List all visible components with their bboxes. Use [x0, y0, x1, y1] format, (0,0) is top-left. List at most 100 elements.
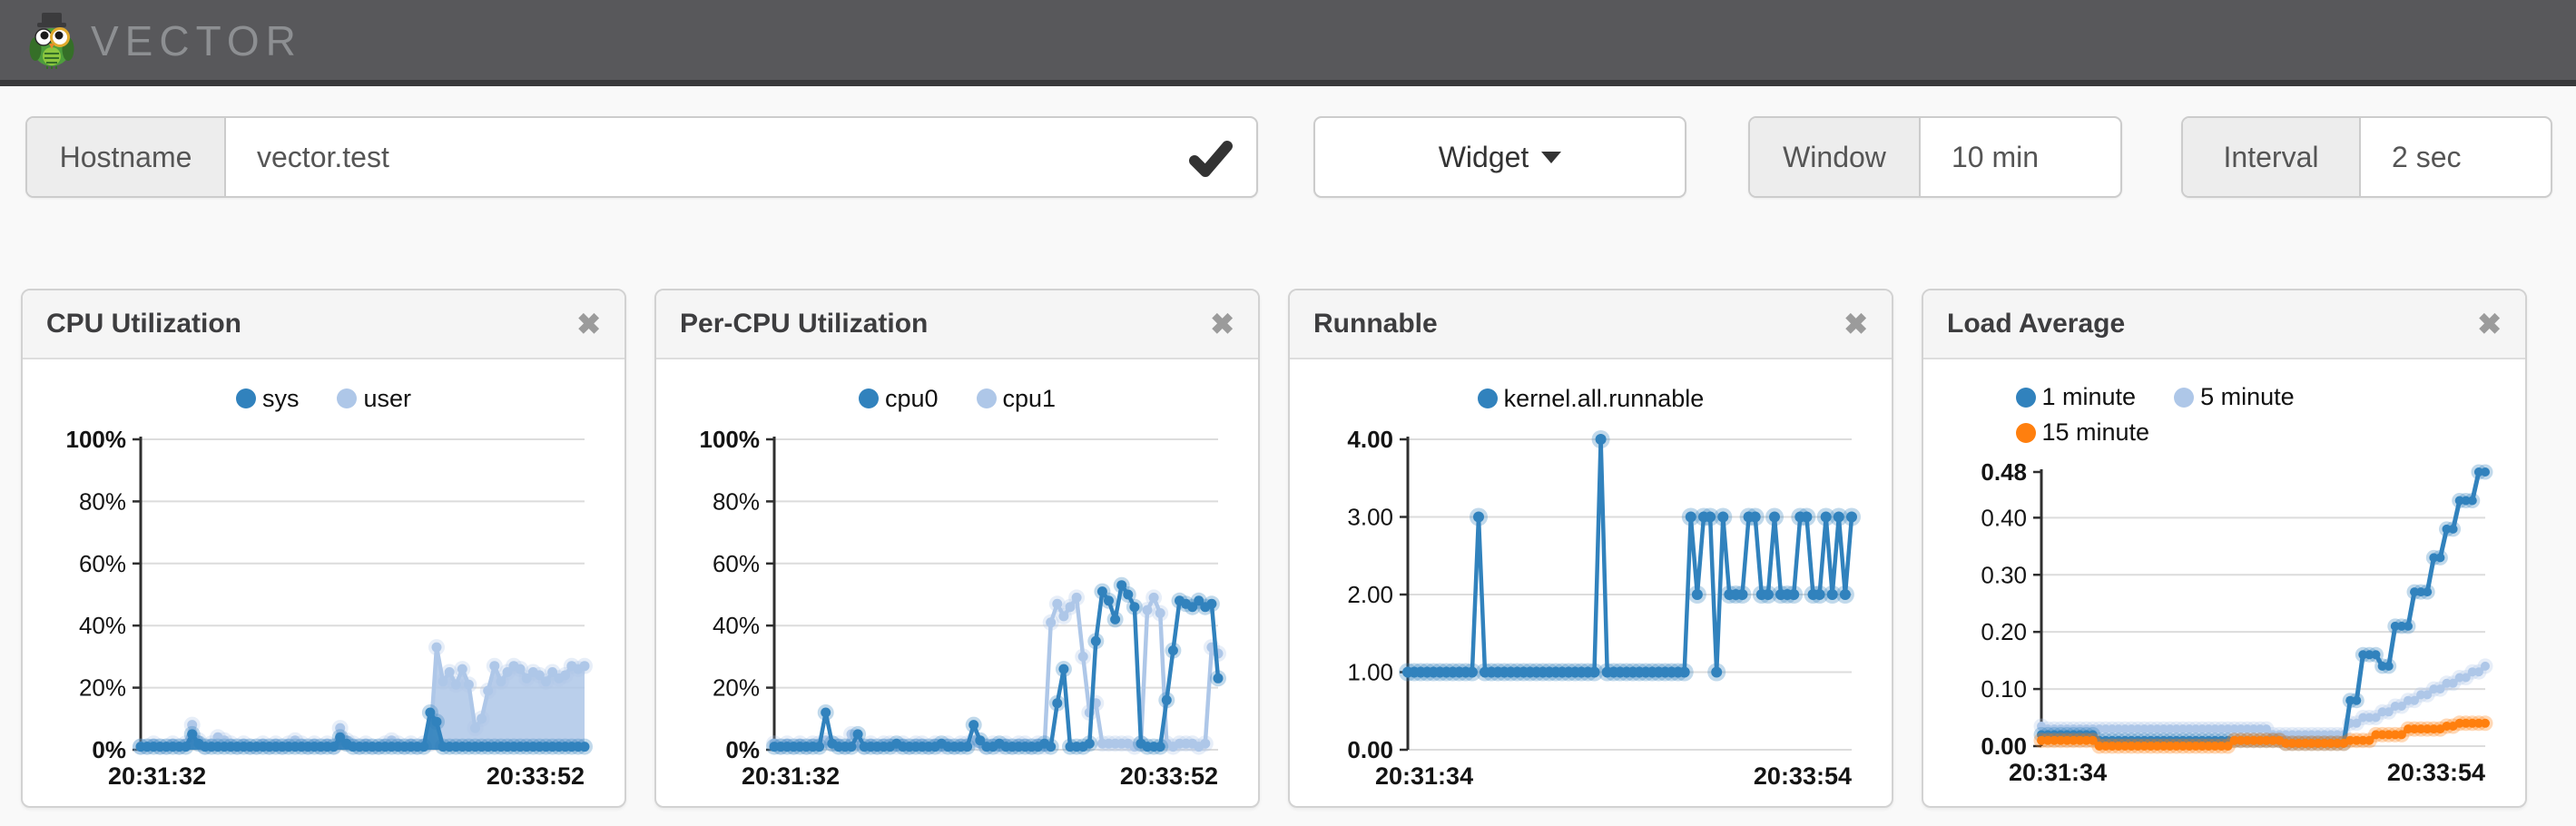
- load-average-chart: 0.00 0.10 0.20 0.30 0.40 0.48 20:31:34 20:33:54: [1923, 454, 2525, 802]
- legend-dot-icon: [859, 388, 879, 408]
- legend-dot-icon: [236, 388, 256, 408]
- widget-panels-row: CPU Utilization ✖ sys user 0% 20% 40% 60% 80%…: [21, 289, 2527, 808]
- svg-text:4.00: 4.00: [1347, 426, 1393, 453]
- panel-header: Load Average ✖: [1923, 290, 2525, 359]
- svg-text:20:33:54: 20:33:54: [2387, 759, 2485, 786]
- panel-body: kernel.all.runnable 0.00 1.00 2.00 3.00 4.00…: [1290, 359, 1892, 806]
- panel-title: CPU Utilization: [46, 309, 576, 339]
- svg-text:80%: 80%: [79, 487, 126, 515]
- legend-label: 5 minute: [2200, 383, 2295, 411]
- svg-text:1.00: 1.00: [1347, 659, 1393, 686]
- svg-text:0.30: 0.30: [1981, 561, 2027, 588]
- svg-text:0.20: 0.20: [1981, 618, 2027, 645]
- check-icon[interactable]: [1189, 138, 1233, 178]
- window-input[interactable]: 10 min: [1921, 118, 2120, 196]
- legend-item-sys[interactable]: sys: [236, 385, 300, 413]
- panel-header: Runnable ✖: [1290, 290, 1892, 359]
- svg-text:0.00: 0.00: [1981, 733, 2027, 760]
- panel-title: Load Average: [1947, 309, 2477, 339]
- panel-title: Runnable: [1313, 309, 1844, 339]
- svg-text:2.00: 2.00: [1347, 581, 1393, 608]
- interval-input-group: Interval 2 sec: [2181, 116, 2552, 198]
- svg-text:40%: 40%: [713, 612, 760, 639]
- svg-text:20:33:54: 20:33:54: [1754, 762, 1852, 790]
- panel-header: Per-CPU Utilization ✖: [656, 290, 1258, 359]
- interval-label: Interval: [2183, 118, 2361, 196]
- svg-text:20:31:32: 20:31:32: [742, 762, 840, 790]
- svg-text:60%: 60%: [79, 550, 126, 577]
- panel-runnable: Runnable ✖ kernel.all.runnable 0.00 1.00 2…: [1288, 289, 1893, 808]
- legend-item-15-minute[interactable]: 15 minute: [2016, 418, 2150, 447]
- chart-legend: kernel.all.runnable: [1478, 383, 1705, 414]
- cpu-utilization-chart: 0% 20% 40% 60% 80% 100% 20:31:32 20:33:52: [23, 421, 624, 806]
- close-icon[interactable]: ✖: [2477, 310, 2502, 339]
- panel-header: CPU Utilization ✖: [23, 290, 624, 359]
- legend-label: cpu0: [885, 385, 939, 413]
- svg-text:3.00: 3.00: [1347, 504, 1393, 531]
- legend-dot-icon: [337, 388, 357, 408]
- legend-label: kernel.all.runnable: [1504, 385, 1705, 413]
- hostname-input-group: Hostname vector.test: [25, 116, 1258, 198]
- svg-text:0%: 0%: [725, 736, 760, 763]
- svg-text:0.48: 0.48: [1981, 458, 2027, 486]
- legend-label: sys: [262, 385, 300, 413]
- panel-per-cpu-utilization: Per-CPU Utilization ✖ cpu0 cpu1 0% 20% 40% 6…: [654, 289, 1260, 808]
- legend-dot-icon: [977, 388, 997, 408]
- legend-label: cpu1: [1003, 385, 1057, 413]
- legend-item-cpu0[interactable]: cpu0: [859, 385, 939, 413]
- svg-text:0.40: 0.40: [1981, 504, 2027, 531]
- legend-dot-icon: [2016, 423, 2036, 443]
- svg-text:20:33:52: 20:33:52: [1120, 762, 1218, 790]
- top-navbar: VECTOR: [0, 0, 2576, 80]
- svg-text:20:31:34: 20:31:34: [1375, 762, 1473, 790]
- legend-label: 1 minute: [2042, 383, 2137, 411]
- panel-load-average: Load Average ✖ 1 minute 5 minute 15 minute…: [1922, 289, 2527, 808]
- window-input-group: Window 10 min: [1748, 116, 2122, 198]
- svg-text:0.00: 0.00: [1347, 736, 1393, 763]
- legend-label: user: [363, 385, 411, 413]
- toolbar: Hostname vector.test Widget Window 10 mi…: [0, 116, 2576, 198]
- legend-item-cpu1[interactable]: cpu1: [977, 385, 1057, 413]
- legend-dot-icon: [1478, 388, 1498, 408]
- navbar-underline: [0, 80, 2576, 86]
- hostname-label: Hostname: [27, 118, 226, 196]
- per-cpu-utilization-chart: 0%20%40%60%80%100%20:31:3220:33:52: [656, 421, 1258, 806]
- close-icon[interactable]: ✖: [1210, 310, 1234, 339]
- close-icon[interactable]: ✖: [576, 310, 601, 339]
- svg-text:0.10: 0.10: [1981, 675, 2027, 703]
- legend-dot-icon: [2174, 388, 2194, 408]
- panel-cpu-utilization: CPU Utilization ✖ sys user 0% 20% 40% 60% 80%…: [21, 289, 626, 808]
- svg-text:20%: 20%: [713, 674, 760, 702]
- runnable-chart: 0.00 1.00 2.00 3.00 4.00 20:31:34 20:33:54: [1290, 421, 1892, 806]
- svg-text:100%: 100%: [66, 426, 127, 453]
- window-label: Window: [1750, 118, 1921, 196]
- panel-body: 1 minute5 minute15 minute 0.000.100.200.…: [1923, 359, 2525, 806]
- interval-input[interactable]: 2 sec: [2361, 118, 2551, 196]
- panel-body: sys user 0% 20% 40% 60% 80% 100% 20:31:32 20:33:…: [23, 359, 624, 806]
- widget-dropdown-label: Widget: [1439, 141, 1529, 174]
- panel-body: cpu0cpu1 0%20%40%60%80%100%20:31:3220:33…: [656, 359, 1258, 806]
- svg-text:40%: 40%: [79, 612, 126, 639]
- svg-text:20:33:52: 20:33:52: [487, 762, 585, 790]
- svg-text:0%: 0%: [92, 736, 126, 763]
- legend-item-1-minute[interactable]: 1 minute: [2016, 383, 2137, 411]
- caret-down-icon: [1541, 152, 1561, 163]
- panel-title: Per-CPU Utilization: [680, 309, 1210, 339]
- app-title: VECTOR: [91, 16, 302, 65]
- vector-owl-logo-icon: [25, 11, 78, 74]
- hostname-input[interactable]: vector.test: [226, 118, 1256, 196]
- close-icon[interactable]: ✖: [1844, 310, 1868, 339]
- svg-text:20:31:34: 20:31:34: [2009, 759, 2107, 786]
- svg-text:100%: 100%: [700, 426, 761, 453]
- svg-text:20:31:32: 20:31:32: [108, 762, 206, 790]
- legend-label: 15 minute: [2042, 418, 2150, 447]
- legend-item-user[interactable]: user: [337, 385, 411, 413]
- chart-legend: 1 minute 5 minute 15 minute: [2016, 383, 2433, 447]
- legend-dot-icon: [2016, 388, 2036, 408]
- svg-text:60%: 60%: [713, 550, 760, 577]
- legend-item-kernel-all-runnable[interactable]: kernel.all.runnable: [1478, 385, 1705, 413]
- svg-text:20%: 20%: [79, 674, 126, 702]
- chart-legend: sys user: [236, 383, 411, 414]
- widget-dropdown-button[interactable]: Widget: [1313, 116, 1686, 198]
- legend-item-5-minute[interactable]: 5 minute: [2174, 383, 2295, 411]
